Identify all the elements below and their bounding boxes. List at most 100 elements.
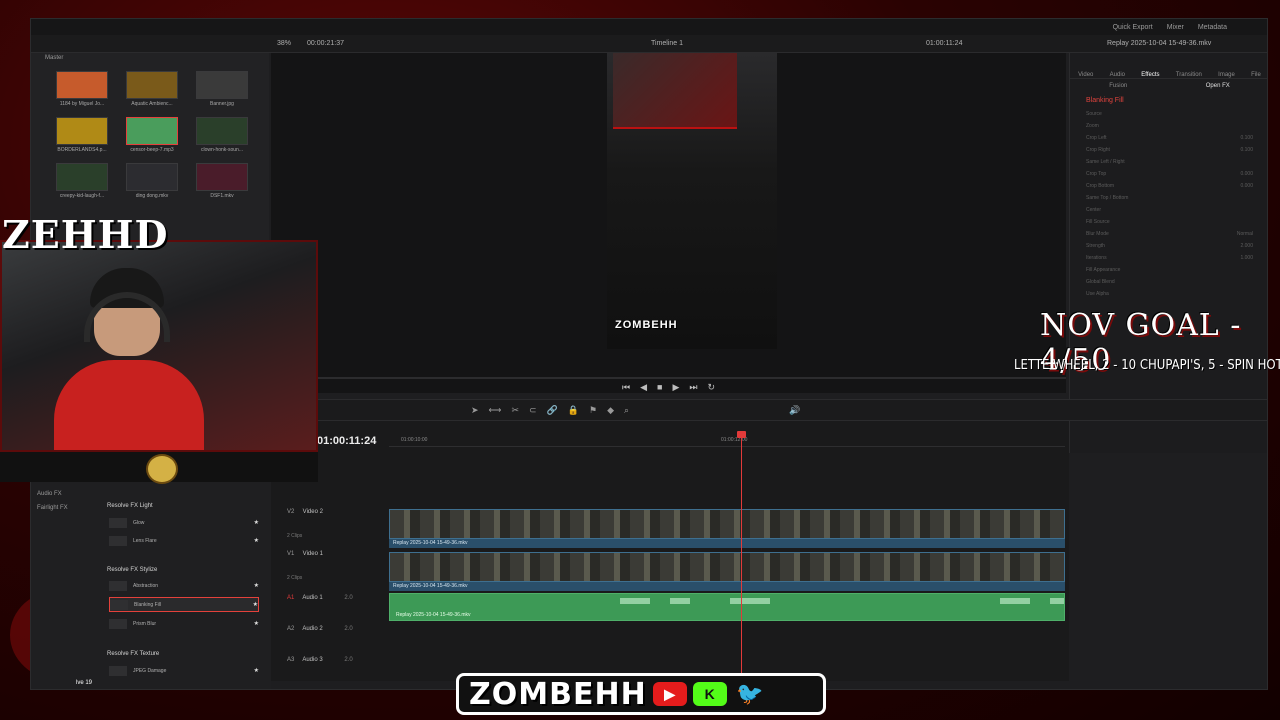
zoom-icon[interactable]: ⌕ [624,405,629,416]
fx-category[interactable]: Resolve FX Stylize [107,567,157,573]
param-value[interactable]: 2.000 [1240,243,1253,249]
volume-icon[interactable]: 🔊 [789,405,800,416]
inspector-param-row[interactable]: Zoom [1070,120,1267,132]
fx-item[interactable]: Glow ★ [109,515,259,530]
blade-tool-icon[interactable]: ✂ [511,405,519,416]
fx-item[interactable]: Abstraction ★ [109,578,259,593]
inspector-param-row[interactable]: Crop Top 0.000 [1070,168,1267,180]
timeline-ruler[interactable]: 01:00:10:00 01:00:12:00 [389,433,1065,447]
param-value[interactable]: 0.000 [1240,171,1253,177]
track-lane-v1[interactable]: Replay 2025-10-04 15-49-36.mkv [389,552,1065,591]
quick-export-button[interactable]: Quick Export [1113,24,1153,31]
star-icon[interactable]: ★ [254,537,259,544]
trim-tool-icon[interactable]: ⟷ [489,405,502,416]
channel-format: 2.0 [344,657,353,663]
media-clip[interactable]: Aquatic Ambienc... [126,71,178,107]
play-icon[interactable]: ▶ [672,382,679,393]
inspector-param-row[interactable]: Use Alpha [1070,288,1267,300]
effect-name[interactable]: Blanking Fill [1070,93,1267,108]
skip-to-end-icon[interactable]: ⏭ [689,382,697,393]
track-name[interactable]: Audio 3 [302,657,322,663]
media-clip[interactable]: BORDERLANDS4.p... [56,117,108,153]
video-clip[interactable] [389,552,1065,582]
inspector-param-row[interactable]: Crop Right 0.100 [1070,144,1267,156]
media-clip[interactable]: censor-beep-7.mp3 [126,117,178,153]
selection-tool-icon[interactable]: ➤ [471,405,479,416]
play-reverse-icon[interactable]: ◀ [640,382,647,393]
star-icon[interactable]: ★ [253,601,258,608]
inspector-param-row[interactable]: Crop Bottom 0.000 [1070,180,1267,192]
star-icon[interactable]: ★ [254,582,259,589]
skip-to-start-icon[interactable]: ⏮ [622,382,630,393]
playhead-handle[interactable] [737,431,746,438]
loop-icon[interactable]: ↻ [707,382,715,393]
flag-icon[interactable]: ⚑ [589,405,597,416]
param-value[interactable]: 1.000 [1240,255,1253,261]
metadata-button[interactable]: Metadata [1198,24,1227,31]
stop-icon[interactable]: ■ [657,382,662,392]
media-clip[interactable]: 1184 by Miguel Jo... [56,71,108,107]
inspector-param-row[interactable]: Iterations 1.000 [1070,252,1267,264]
inspector-param-row[interactable]: Fill Source [1070,216,1267,228]
param-value[interactable]: 0.000 [1240,183,1253,189]
media-clip[interactable]: Banner.jpg [196,71,248,107]
inspector-param-row[interactable]: Center [1070,204,1267,216]
track-name[interactable]: Video 1 [303,551,323,557]
inspector-param-row[interactable]: Strength 2.000 [1070,240,1267,252]
media-clip[interactable]: ding dong.mkv [126,163,178,199]
tab-image[interactable]: Image [1218,72,1235,78]
tab-transition[interactable]: Transition [1176,72,1202,78]
fx-category[interactable]: Resolve FX Texture [107,651,159,657]
mixer-button[interactable]: Mixer [1167,24,1184,31]
tab-file[interactable]: File [1251,72,1261,78]
param-value[interactable]: 0.100 [1240,147,1253,153]
video-clip[interactable] [389,509,1065,539]
snapping-icon[interactable]: ⊂ [529,405,537,416]
fx-item[interactable]: JPEG Damage ★ [109,663,259,678]
timeline-viewer[interactable]: ZOMBEHH [271,53,1066,393]
tab-audio[interactable]: Audio [1110,72,1125,78]
timeline-name[interactable]: Timeline 1 [651,40,683,47]
fx-nav-fairlight[interactable]: Fairlight FX [37,505,68,511]
inspector-param-row[interactable]: Same Left / Right [1070,156,1267,168]
timeline-panel[interactable]: 01:00:11:24 01:00:10:00 01:00:12:00 V2 V… [271,421,1069,681]
fx-item[interactable]: Prism Blur ★ [109,616,259,631]
param-value[interactable]: 0.100 [1240,135,1253,141]
viewer-scrubber[interactable] [271,377,1066,379]
inspector-param-row[interactable]: Blur Mode Normal [1070,228,1267,240]
subtab-open-fx[interactable]: Open FX [1206,83,1230,89]
fx-item[interactable]: Lens Flare ★ [109,533,259,548]
tab-video[interactable]: Video [1078,72,1093,78]
track-name[interactable]: Audio 1 [302,595,322,601]
star-icon[interactable]: ★ [254,620,259,627]
inspector-param-row[interactable]: Global Blend [1070,276,1267,288]
fx-item[interactable]: Blanking Fill ★ [109,597,259,612]
star-icon[interactable]: ★ [254,667,259,674]
inspector-param-row[interactable]: Fill Appearance [1070,264,1267,276]
lock-icon[interactable]: 🔒 [568,405,579,416]
track-lane-v2[interactable]: Replay 2025-10-04 15-49-36.mkv [389,509,1065,548]
track-name[interactable]: Audio 2 [302,626,322,632]
inspector-param-row[interactable]: Source [1070,108,1267,120]
audio-clip[interactable]: Replay 2025-10-04 15-49-36.mkv [389,593,1065,621]
inspector-param-row[interactable]: Crop Left 0.100 [1070,132,1267,144]
video-frame: ZOMBEHH [607,53,777,349]
subtab-fusion[interactable]: Fusion [1109,83,1127,89]
fx-item-label: JPEG Damage [133,667,167,674]
media-clip[interactable]: DSF1.mkv [196,163,248,199]
marker-icon[interactable]: ◆ [607,405,614,416]
tab-effects[interactable]: Effects [1141,72,1159,78]
playhead[interactable] [741,431,742,681]
param-label: Use Alpha [1086,291,1109,297]
fx-category[interactable]: Resolve FX Light [107,503,153,509]
param-value[interactable]: Normal [1237,231,1253,237]
fx-nav-audio[interactable]: Audio FX [37,491,62,497]
media-clip[interactable]: creepy-kid-laugh-f... [56,163,108,199]
inspector-param-row[interactable]: Same Top / Bottom [1070,192,1267,204]
media-clip[interactable]: clown-honk-soun... [196,117,248,153]
track-lane-a1[interactable]: Replay 2025-10-04 15-49-36.mkv [389,593,1065,621]
star-icon[interactable]: ★ [254,519,259,526]
zoom-level[interactable]: 38% [277,40,291,47]
link-icon[interactable]: 🔗 [547,405,558,416]
track-name[interactable]: Video 2 [303,509,323,515]
